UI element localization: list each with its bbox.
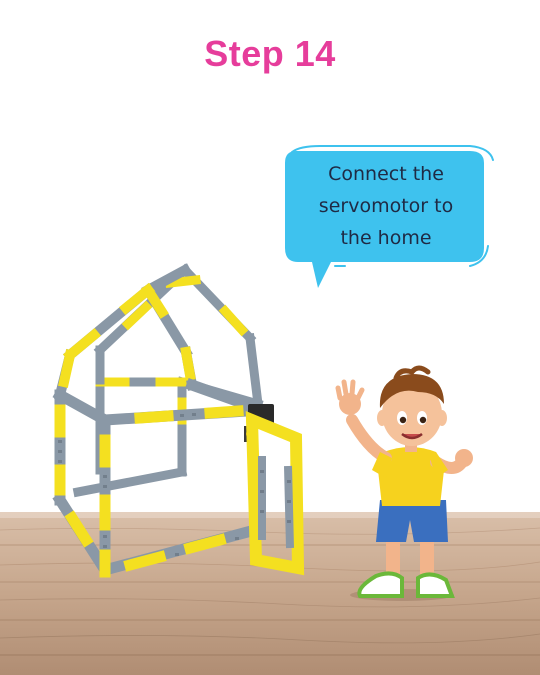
speech-line-3: the home bbox=[340, 227, 432, 249]
speech-bubble-text: Connect the servomotor to the home bbox=[288, 158, 484, 254]
speech-line-1: Connect the bbox=[328, 163, 444, 185]
speech-line-2: servomotor to bbox=[318, 195, 454, 217]
instruction-page: Step 14 Connect the servomotor to the ho… bbox=[0, 0, 540, 675]
scene-illustration bbox=[0, 145, 540, 675]
